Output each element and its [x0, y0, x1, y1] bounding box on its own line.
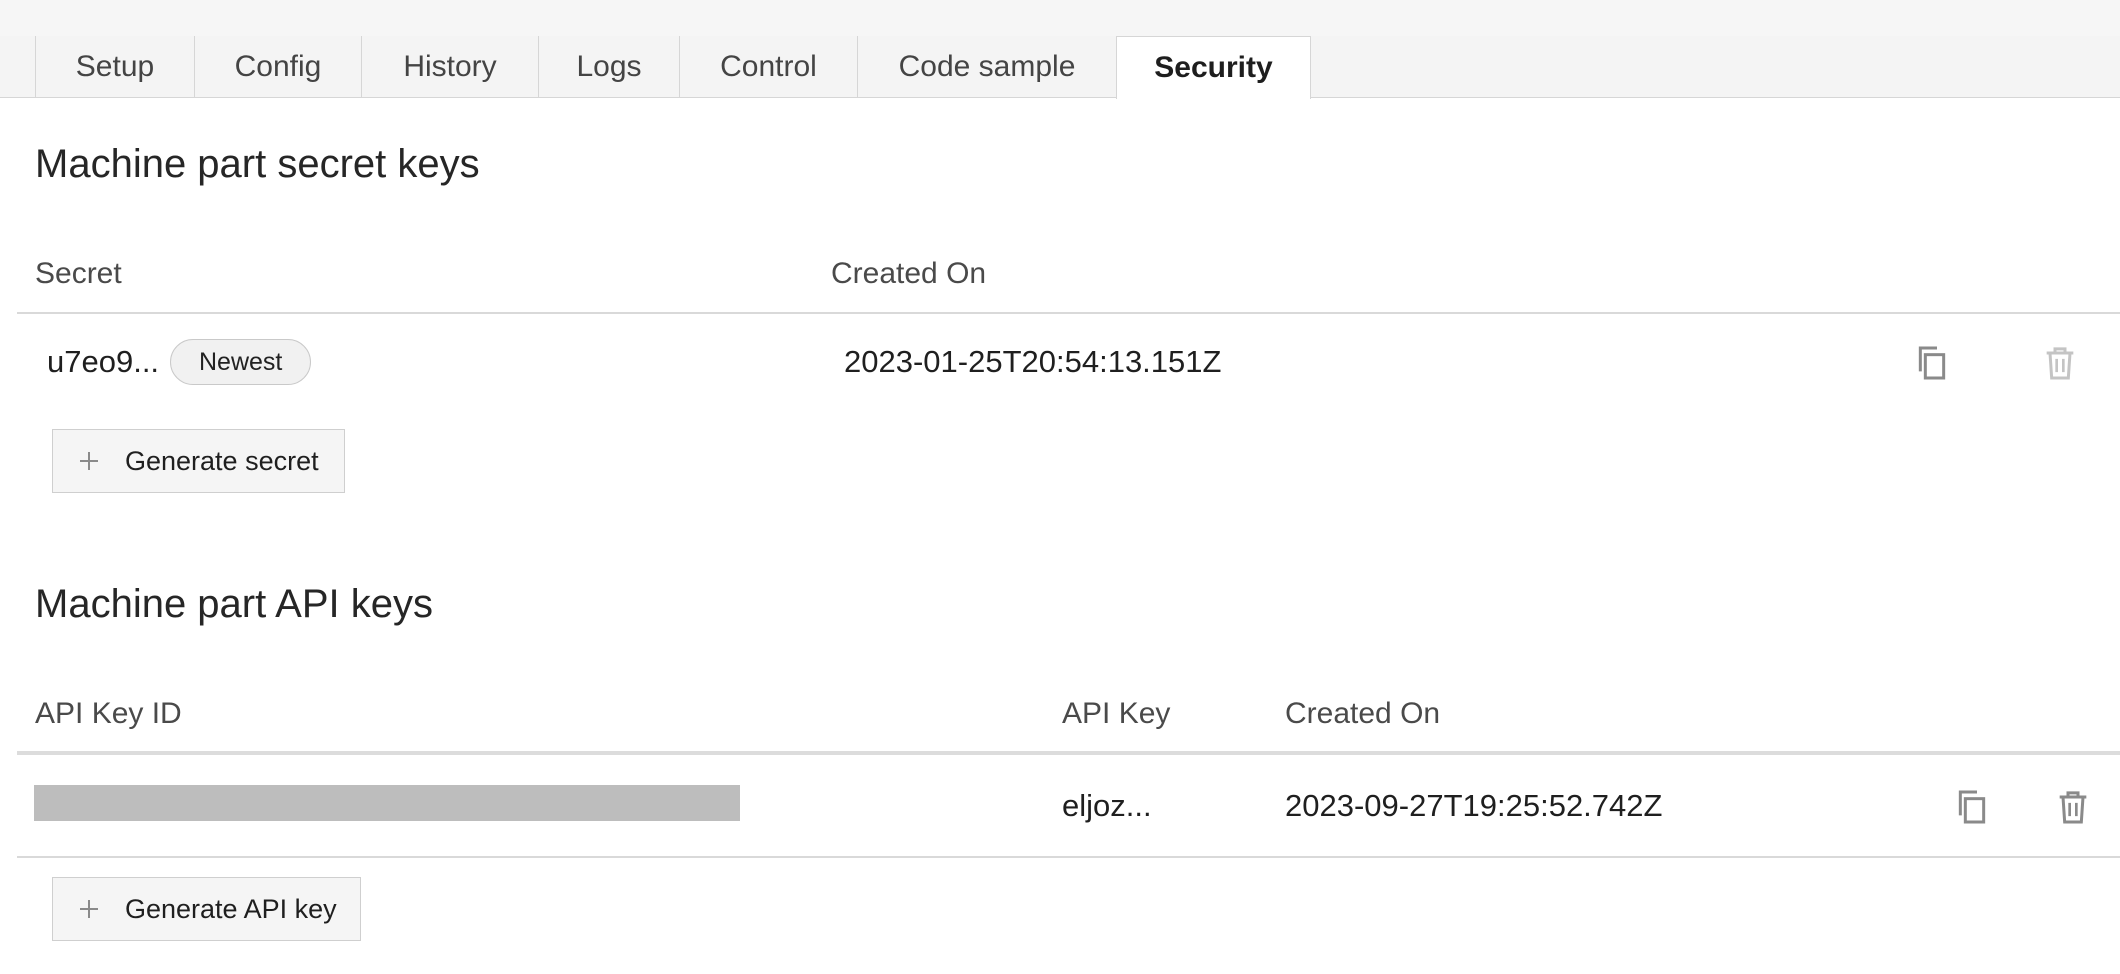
tab-security[interactable]: Security: [1116, 36, 1311, 99]
created-on-column-header: Created On: [831, 257, 987, 290]
api-created-on-column-header: Created On: [1285, 697, 1441, 730]
tab-bar: Setup Config History Logs Control Code s…: [0, 36, 2120, 99]
tab-setup[interactable]: Setup: [35, 36, 194, 98]
redacted-api-key-id: [34, 785, 740, 821]
secret-column-header: Secret: [35, 257, 122, 290]
copy-icon[interactable]: [1912, 343, 1952, 383]
generate-secret-button[interactable]: Generate secret: [52, 429, 345, 493]
header-divider: [17, 312, 2120, 314]
api-key-id-column-header: API Key ID: [35, 697, 182, 730]
top-strip: [0, 0, 2120, 36]
secret-value: u7eo9...: [47, 344, 160, 379]
copy-icon[interactable]: [1952, 787, 1992, 827]
plus-icon: [53, 449, 125, 473]
trash-icon[interactable]: [2040, 343, 2080, 383]
api-key-column-header: API Key: [1062, 697, 1171, 730]
tab-code-sample[interactable]: Code sample: [857, 36, 1116, 98]
generate-api-key-label: Generate API key: [125, 893, 337, 924]
generate-secret-label: Generate secret: [125, 445, 319, 476]
api-keys-heading: Machine part API keys: [35, 582, 433, 626]
tab-history[interactable]: History: [361, 36, 538, 98]
trash-icon[interactable]: [2053, 787, 2093, 827]
api-key-value: eljoz...: [1062, 788, 1152, 823]
generate-api-key-button[interactable]: Generate API key: [52, 877, 361, 941]
tab-logs[interactable]: Logs: [538, 36, 679, 98]
newest-badge: Newest: [170, 339, 312, 385]
api-key-created-on: 2023-09-27T19:25:52.742Z: [1285, 788, 1663, 823]
header-divider: [17, 751, 2120, 755]
secret-keys-heading: Machine part secret keys: [35, 142, 480, 186]
tab-config[interactable]: Config: [194, 36, 361, 98]
secret-created-on: 2023-01-25T20:54:13.151Z: [844, 344, 1222, 379]
tab-control[interactable]: Control: [679, 36, 857, 98]
row-divider: [17, 856, 2120, 858]
plus-icon: [53, 897, 125, 921]
